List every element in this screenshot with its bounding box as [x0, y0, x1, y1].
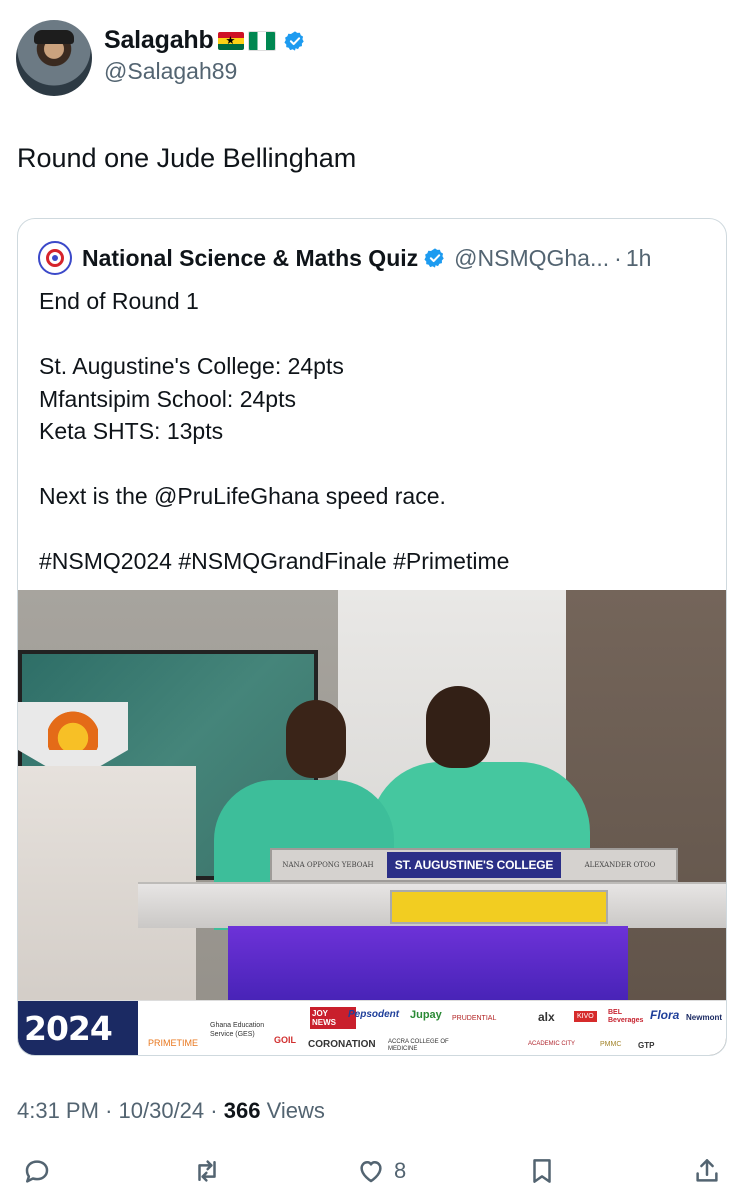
nameplate-school: ST. AUGUSTINE'S COLLEGE	[386, 852, 562, 878]
like-button[interactable]: 8	[356, 1156, 406, 1186]
quoted-line: Keta SHTS: 13pts	[39, 418, 224, 444]
photo-contestant-left-head	[286, 700, 346, 778]
share-icon	[696, 1159, 718, 1182]
sponsor-newmont: Newmont	[686, 1013, 722, 1022]
quoted-display-name: National Science & Maths Quiz	[82, 244, 419, 271]
sponsor-pepsodent: Pepsodent	[348, 1009, 400, 1020]
sponsor-gtp: GTP	[638, 1041, 655, 1050]
banner-year-box: 2024	[18, 1001, 138, 1055]
quoted-tweet[interactable]: National Science & Maths Quiz @NSMQGha..…	[17, 218, 727, 1056]
author-avatar[interactable]	[16, 20, 92, 96]
reply-button[interactable]	[22, 1156, 52, 1186]
sponsor-primetime: PRIMETIME	[148, 1038, 199, 1048]
views-label[interactable]: Views	[267, 1098, 325, 1123]
tweet-date[interactable]: 10/30/24	[119, 1098, 205, 1123]
quoted-line: St. Augustine's College: 24pts	[39, 353, 344, 379]
photo-nameplates: NANA OPPONG YEBOAH ST. AUGUSTINE'S COLLE…	[270, 848, 678, 882]
quoted-photo[interactable]: NANA OPPONG YEBOAH ST. AUGUSTINE'S COLLE…	[18, 590, 726, 1055]
banner-year: 2024	[24, 1009, 113, 1048]
quoted-tweet-body: End of Round 1 St. Augustine's College: …	[39, 285, 709, 578]
bookmark-button[interactable]	[527, 1156, 557, 1186]
share-button[interactable]	[692, 1156, 722, 1186]
photo-contestant-right-head	[426, 686, 490, 768]
sponsor-academic-city: ACADEMIC CITY	[528, 1041, 576, 1047]
quoted-line: Next is the @PruLifeGhana speed race.	[39, 483, 446, 509]
sponsor-pmmc: PMMC	[600, 1041, 622, 1048]
retweet-button[interactable]	[192, 1156, 222, 1186]
action-bar: 8	[0, 1150, 746, 1194]
heart-icon	[360, 1161, 382, 1183]
views-count[interactable]: 366	[224, 1098, 261, 1123]
verified-badge-icon	[424, 248, 444, 268]
meta-separator: ·	[210, 1098, 218, 1123]
verified-badge-icon	[284, 30, 304, 51]
display-name-row: Salagahb	[104, 26, 306, 55]
quoted-line-hashtags: #NSMQ2024 #NSMQGrandFinale #Primetime	[39, 548, 510, 574]
retweet-icon	[198, 1160, 216, 1182]
sponsor-banner: 2024 PRIMETIME Ghana Education Service (…	[18, 1000, 726, 1055]
like-count: 8	[394, 1158, 407, 1183]
meta-separator: ·	[105, 1098, 113, 1123]
sponsor-jupay: Jupay	[410, 1009, 442, 1021]
tweet-time[interactable]: 4:31 PM	[17, 1098, 99, 1123]
tweet-text: Round one Jude Bellingham	[17, 143, 357, 173]
photo-flame	[48, 710, 98, 750]
tweet-meta: 4:31 PM · 10/30/24 · 366 Views	[17, 1098, 325, 1124]
ghana-flag-icon	[217, 31, 244, 50]
author-handle[interactable]: @Salagah89	[104, 58, 306, 85]
quoted-separator: ·	[614, 244, 622, 271]
author-text: Salagahb @Salagah89	[104, 26, 306, 85]
sponsor-alx: alx	[538, 1010, 555, 1024]
quoted-handle: @NSMQGha...	[454, 244, 610, 271]
sponsor-bel: BEL Beverages	[608, 1009, 644, 1024]
photo-yellow-strip	[390, 890, 608, 924]
reply-icon	[25, 1160, 49, 1183]
sponsor-coronation: CORONATION	[308, 1039, 376, 1050]
quoted-timestamp: 1h	[625, 244, 652, 271]
bookmark-icon	[533, 1159, 551, 1183]
sponsor-kivo: KIVO	[574, 1011, 597, 1022]
sponsor-prudential: PRUDENTIAL	[452, 1015, 497, 1022]
sponsor-ges: Ghana Education Service (GES)	[210, 1022, 265, 1038]
sponsor-accra-medicine: ACCRA COLLEGE OF MEDICINE	[388, 1039, 449, 1052]
quoted-line: End of Round 1	[39, 288, 199, 314]
quoted-tweet-header: National Science & Maths Quiz @NSMQGha..…	[38, 241, 651, 275]
sponsor-goil: GOIL	[274, 1035, 296, 1045]
quoted-line: Mfantsipim School: 24pts	[39, 385, 296, 412]
quoted-avatar	[38, 241, 72, 275]
tweet-author: Salagahb @Salagah89	[16, 20, 306, 96]
nigeria-flag-icon	[247, 30, 276, 51]
author-display-name[interactable]: Salagahb	[104, 26, 214, 55]
nameplate-right: ALEXANDER OTOO	[584, 860, 656, 869]
nameplate-left: NANA OPPONG YEBOAH	[282, 860, 374, 869]
sponsor-flora: Flora	[650, 1008, 680, 1022]
